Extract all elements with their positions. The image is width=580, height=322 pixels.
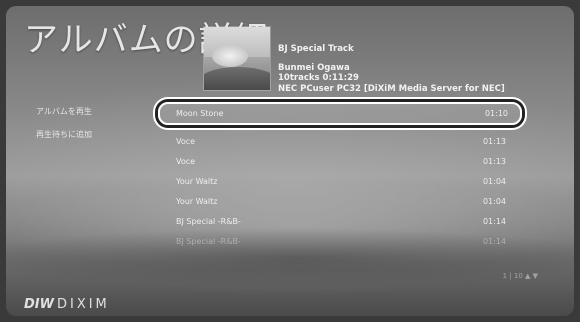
album-track-title: BJ Special Track	[278, 44, 354, 54]
track-row[interactable]: BJ Special -R&B- 01:14	[158, 231, 522, 251]
track-name: Your Waltz	[176, 197, 218, 206]
side-menu: アルバムを再生 再生待ちに追加	[36, 107, 92, 153]
track-row[interactable]: BJ Special -R&B- 01:14	[158, 211, 522, 231]
track-row-selected[interactable]: Moon Stone 01:10	[158, 102, 522, 125]
brand-name: DIXIM	[56, 297, 110, 312]
track-row[interactable]: Voce 01:13	[158, 131, 522, 151]
track-name: Moon Stone	[176, 109, 224, 118]
pager-indicator[interactable]: 1 | 10 ▲ ▼	[503, 272, 538, 280]
media-screen: アルバムの詳細 BJ Special Track Bunmei Ogawa 10…	[6, 6, 574, 316]
album-artist: Bunmei Ogawa	[278, 63, 350, 73]
track-time: 01:13	[482, 137, 506, 146]
track-time: 01:14	[482, 237, 506, 246]
album-art	[204, 27, 270, 90]
track-time: 01:04	[482, 197, 506, 206]
track-name: BJ Special -R&B-	[176, 237, 241, 246]
track-list: Moon Stone 01:10 Voce 01:13 Voce 01:13 Y…	[158, 102, 522, 251]
track-name: Voce	[176, 137, 196, 146]
track-time: 01:14	[482, 217, 506, 226]
brand-mark: DIW	[24, 297, 54, 312]
track-name: BJ Special -R&B-	[176, 217, 241, 226]
track-row[interactable]: Your Waltz 01:04	[158, 191, 522, 211]
track-name: Voce	[176, 157, 196, 166]
track-time: 01:10	[484, 109, 508, 118]
track-name: Your Waltz	[176, 177, 218, 186]
track-time: 01:13	[482, 157, 506, 166]
album-source: NEC PCuser PC32 [DiXiM Media Server for …	[278, 84, 505, 93]
track-time: 01:04	[482, 177, 506, 186]
add-to-queue-button[interactable]: 再生待ちに追加	[36, 130, 92, 153]
track-row[interactable]: Voce 01:13	[158, 151, 522, 171]
album-info: 10tracks 0:11:29	[278, 73, 359, 83]
track-row[interactable]: Your Waltz 01:04	[158, 171, 522, 191]
brand-logo: DIW DIXIM	[24, 297, 110, 312]
play-album-button[interactable]: アルバムを再生	[36, 107, 92, 130]
